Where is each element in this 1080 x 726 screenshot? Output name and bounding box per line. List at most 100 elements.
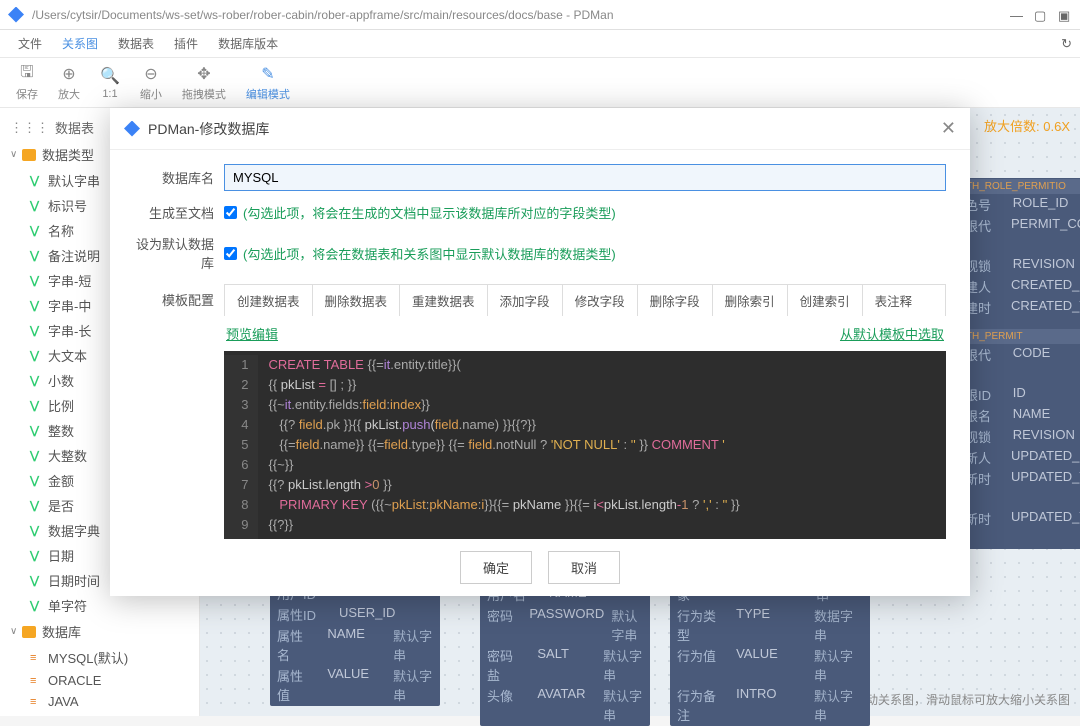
type-icon: ⋁ (30, 599, 44, 612)
code-content: CREATE TABLE {{=it.entity.title}}( {{ pk… (258, 355, 749, 539)
menu-datatable[interactable]: 数据表 (108, 31, 164, 56)
entity-row: 属性IDUSER_ID (271, 604, 439, 625)
template-tab[interactable]: 删除索引 (713, 285, 788, 316)
chevron-down-icon: ∨ (10, 149, 22, 160)
refresh-icon[interactable]: ↻ (1061, 36, 1072, 52)
template-tab[interactable]: 创建索引 (788, 285, 863, 316)
sidebar-item-db[interactable]: ≡JAVA (0, 691, 199, 712)
entity-row: 头像AVATAR默认字串 (481, 685, 649, 725)
folder-icon (22, 149, 36, 161)
defaultdb-hint: (勾选此项，将会在数据表和关系图中显示默认数据库的数据类型) (243, 244, 616, 263)
sidebar-item-db[interactable]: ≡ORACLE (0, 670, 199, 691)
folder-icon (22, 626, 36, 638)
type-icon: ⋁ (30, 499, 44, 512)
menu-bar: 文件 关系图 数据表 插件 数据库版本 ↻ (0, 30, 1080, 58)
type-icon: ⋁ (30, 249, 44, 262)
close-icon[interactable]: ✕ (941, 118, 956, 139)
drag-icon: ✥ (197, 63, 210, 85)
entity-row: 属性值VALUE默认字串 (271, 665, 439, 705)
window-path: /Users/cytsir/Documents/ws-set/ws-rober/… (32, 8, 1010, 22)
edit-db-modal: PDMan-修改数据库 ✕ 数据库名 生成至文档 (勾选此项，将会在生成的文档中… (110, 108, 970, 596)
entity-row: 行为值VALUE默认字串 (671, 645, 869, 685)
gendoc-checkbox[interactable] (224, 206, 237, 219)
chevron-down-icon: ∨ (10, 626, 22, 637)
tool-zoomin[interactable]: ⊕放大 (50, 61, 88, 104)
code-editor[interactable]: 12345678910 CREATE TABLE {{=it.entity.ti… (224, 351, 946, 539)
type-icon: ⋁ (30, 574, 44, 587)
db-name-label: 数据库名 (134, 168, 224, 187)
menu-diagram[interactable]: 关系图 (52, 31, 108, 56)
defaultdb-label: 设为默认数据库 (134, 234, 224, 272)
cancel-button[interactable]: 取消 (548, 551, 620, 584)
from-default-link[interactable]: 从默认模板中选取 (840, 324, 944, 343)
type-icon: ⋁ (30, 199, 44, 212)
type-icon: ⋁ (30, 474, 44, 487)
code-gutter: 12345678910 (224, 355, 258, 539)
type-icon: ⋁ (30, 224, 44, 237)
template-tab[interactable]: 删除数据表 (313, 285, 401, 316)
sidebar-item-db[interactable]: ≡MYSQL(默认) (0, 645, 199, 670)
entity-row: 属性名NAME默认字串 (271, 625, 439, 665)
zoomin-icon: ⊕ (62, 63, 75, 85)
template-tab[interactable]: 重建数据表 (400, 285, 488, 316)
template-tab[interactable]: 删除字段 (638, 285, 713, 316)
modal-title: PDMan-修改数据库 (148, 119, 941, 139)
template-tab[interactable]: 修改字段 (563, 285, 638, 316)
maximize-icon[interactable]: ▢ (1034, 8, 1048, 22)
defaultdb-checkbox[interactable] (224, 247, 237, 260)
gendoc-label: 生成至文档 (134, 203, 224, 222)
menu-file[interactable]: 文件 (8, 31, 52, 56)
entity-row: 行为备注INTRO默认字串 (671, 685, 869, 725)
grid-icon: ⋮⋮⋮ (10, 120, 49, 136)
save-icon: 🖫 (20, 63, 34, 85)
template-tabs: 创建数据表删除数据表重建数据表添加字段修改字段删除字段删除索引创建索引表注释 (224, 284, 946, 316)
edit-icon: ✎ (261, 63, 274, 85)
menu-plugin[interactable]: 插件 (164, 31, 208, 56)
template-tab[interactable]: 创建数据表 (225, 285, 313, 316)
menu-dbversion[interactable]: 数据库版本 (208, 31, 288, 56)
gendoc-hint: (勾选此项，将会在生成的文档中显示该数据库所对应的字段类型) (243, 203, 616, 222)
tool-drag[interactable]: ✥拖拽模式 (174, 61, 234, 104)
entity-row: 密码PASSWORD默认字串 (481, 605, 649, 645)
window-controls: — ▢ ▣ (1010, 8, 1072, 22)
type-icon: ⋁ (30, 549, 44, 562)
type-icon: ⋁ (30, 424, 44, 437)
type-icon: ⋁ (30, 449, 44, 462)
type-icon: ⋁ (30, 174, 44, 187)
entity-row: 行为类型TYPE数据字串 (671, 605, 869, 645)
tool-zoomout[interactable]: ⊖缩小 (132, 61, 170, 104)
sidebar-item[interactable]: ⋁单字符 (0, 593, 199, 618)
template-tab[interactable]: 表注释 (863, 285, 925, 316)
group-database[interactable]: ∨ 数据库 (0, 618, 199, 645)
type-icon: ⋁ (30, 399, 44, 412)
db-icon: ≡ (30, 696, 44, 708)
zoom11-icon: 🔍 (100, 65, 120, 87)
zoom-indicator: 放大倍数: 0.6X (984, 116, 1070, 135)
zoomout-icon: ⊖ (144, 63, 157, 85)
type-icon: ⋁ (30, 374, 44, 387)
db-icon: ≡ (30, 652, 44, 664)
entity-row: 密码盐SALT默认字串 (481, 645, 649, 685)
db-icon: ≡ (30, 675, 44, 687)
type-icon: ⋁ (30, 349, 44, 362)
modal-header: PDMan-修改数据库 ✕ (110, 108, 970, 150)
toolbar: 🖫保存 ⊕放大 🔍1:1 ⊖缩小 ✥拖拽模式 ✎编辑模式 (0, 58, 1080, 108)
ok-button[interactable]: 确定 (460, 551, 532, 584)
type-icon: ⋁ (30, 324, 44, 337)
db-name-input[interactable] (224, 164, 946, 191)
preview-edit-link[interactable]: 预览编辑 (226, 324, 278, 343)
title-bar: /Users/cytsir/Documents/ws-set/ws-rober/… (0, 0, 1080, 30)
close-window-icon[interactable]: ▣ (1058, 8, 1072, 22)
type-icon: ⋁ (30, 524, 44, 537)
tool-edit[interactable]: ✎编辑模式 (238, 61, 298, 104)
type-icon: ⋁ (30, 299, 44, 312)
tool-11[interactable]: 🔍1:1 (92, 63, 128, 102)
app-logo-icon (124, 121, 140, 137)
tool-save[interactable]: 🖫保存 (8, 61, 46, 104)
type-icon: ⋁ (30, 274, 44, 287)
minimize-icon[interactable]: — (1010, 8, 1024, 22)
modal-footer: 确定 取消 (110, 539, 970, 596)
template-tab[interactable]: 添加字段 (488, 285, 563, 316)
template-label: 模板配置 (134, 284, 224, 309)
app-logo-icon (8, 7, 24, 23)
